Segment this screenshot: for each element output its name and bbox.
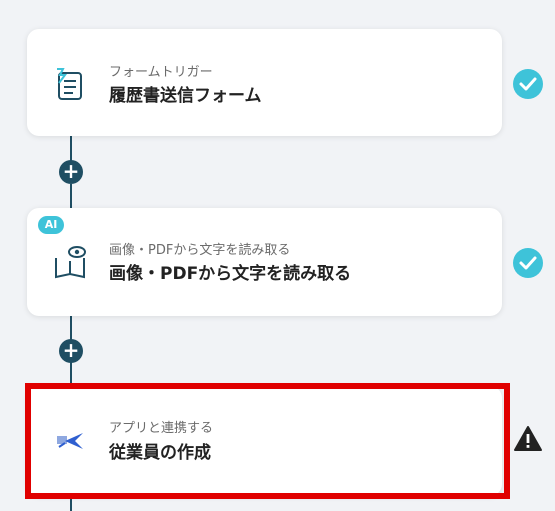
step-subtitle: 画像・PDFから文字を読み取る: [109, 243, 291, 258]
form-trigger-icon: [53, 65, 87, 101]
step-subtitle: フォームトリガー: [109, 65, 213, 80]
flow-connector-line: [70, 184, 72, 208]
step-title: 画像・PDFから文字を読み取る: [109, 264, 352, 284]
warning-icon: [513, 425, 543, 452]
check-icon: [513, 248, 543, 278]
ocr-book-eye-icon: [53, 244, 87, 280]
check-icon: [513, 69, 543, 99]
add-step-button[interactable]: +: [59, 160, 83, 184]
add-step-button[interactable]: +: [59, 339, 83, 363]
ai-badge: AI: [38, 216, 64, 234]
flow-step-card[interactable]: 画像・PDFから文字を読み取る 画像・PDFから文字を読み取る: [27, 208, 502, 316]
selected-step-highlight: [25, 383, 510, 499]
flow-step-card[interactable]: フォームトリガー 履歴書送信フォーム: [27, 29, 502, 136]
step-title: 履歴書送信フォーム: [109, 86, 262, 106]
